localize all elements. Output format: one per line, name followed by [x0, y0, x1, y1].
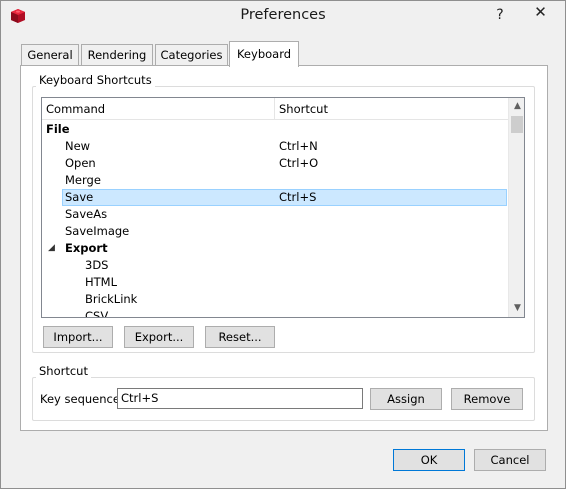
keyboard-shortcuts-group-title: Keyboard Shortcuts	[36, 73, 155, 87]
tree-row[interactable]: BrickLink	[42, 291, 508, 308]
reset-button[interactable]: Reset...	[205, 326, 275, 348]
tree-row[interactable]: New Ctrl+N	[42, 138, 508, 155]
title-bar[interactable]: Preferences ? ✕	[1, 1, 565, 32]
tree-vertical-scrollbar[interactable]: ▲ ▼	[508, 98, 524, 317]
scroll-down-arrow-icon[interactable]: ▼	[509, 300, 524, 317]
tab-rendering[interactable]: Rendering	[81, 44, 153, 66]
shortcut-group-title: Shortcut	[36, 364, 91, 378]
tree-row[interactable]: SaveImage	[42, 223, 508, 240]
tree-row[interactable]: File	[42, 121, 508, 138]
command-cell: SaveImage	[65, 224, 130, 238]
tab-general[interactable]: General	[21, 44, 79, 66]
help-button[interactable]: ?	[487, 5, 513, 25]
command-cell: Open	[65, 156, 96, 170]
command-cell: Save	[65, 190, 94, 204]
command-cell: File	[46, 122, 70, 136]
column-header-command[interactable]: Command	[46, 102, 105, 116]
command-cell: Export	[65, 241, 108, 255]
tree-row[interactable]: Merge	[42, 172, 508, 189]
scroll-up-arrow-icon[interactable]: ▲	[509, 98, 524, 115]
command-cell: HTML	[85, 275, 118, 289]
close-button[interactable]: ✕	[518, 2, 563, 22]
command-cell: New	[65, 139, 91, 153]
tree-header: Command Shortcut	[42, 98, 508, 120]
key-sequence-label: Key sequence:	[40, 392, 124, 406]
tab-categories[interactable]: Categories	[155, 44, 228, 66]
command-cell: CSV	[85, 309, 109, 318]
tree-row[interactable]: CSV	[42, 308, 508, 318]
export-button[interactable]: Export...	[124, 326, 194, 348]
command-cell: SaveAs	[65, 207, 108, 221]
scrollbar-thumb[interactable]	[511, 116, 523, 133]
tree-row-selected[interactable]: Save Ctrl+S	[42, 189, 508, 206]
tree-row[interactable]: SaveAs	[42, 206, 508, 223]
column-header-shortcut[interactable]: Shortcut	[279, 102, 328, 116]
ok-button[interactable]: OK	[393, 449, 465, 471]
shortcut-cell: Ctrl+O	[279, 156, 319, 170]
assign-button[interactable]: Assign	[370, 388, 442, 410]
column-divider[interactable]	[274, 98, 275, 120]
window-title: Preferences	[240, 7, 326, 23]
tree-row[interactable]: Open Ctrl+O	[42, 155, 508, 172]
preferences-dialog: Preferences ? ✕ General Rendering Catego…	[0, 0, 566, 489]
command-cell: 3DS	[85, 258, 109, 272]
command-cell: BrickLink	[85, 292, 138, 306]
tree-row[interactable]: 3DS	[42, 257, 508, 274]
key-sequence-input[interactable]: Ctrl+S	[117, 388, 363, 409]
tab-keyboard[interactable]: Keyboard	[229, 41, 299, 67]
remove-button[interactable]: Remove	[451, 388, 523, 410]
tree-row[interactable]: HTML	[42, 274, 508, 291]
shortcut-cell: Ctrl+S	[279, 190, 317, 204]
shortcuts-tree[interactable]: Command Shortcut File New Ctrl+N Open Ctrl+O…	[41, 97, 525, 318]
expand-collapse-triangle-icon[interactable]: ◢	[48, 240, 55, 257]
shortcut-cell: Ctrl+N	[279, 139, 318, 153]
tree-row[interactable]: ◢ Export	[42, 240, 508, 257]
command-cell: Merge	[65, 173, 101, 187]
import-button[interactable]: Import...	[43, 326, 113, 348]
cancel-button[interactable]: Cancel	[474, 449, 546, 471]
